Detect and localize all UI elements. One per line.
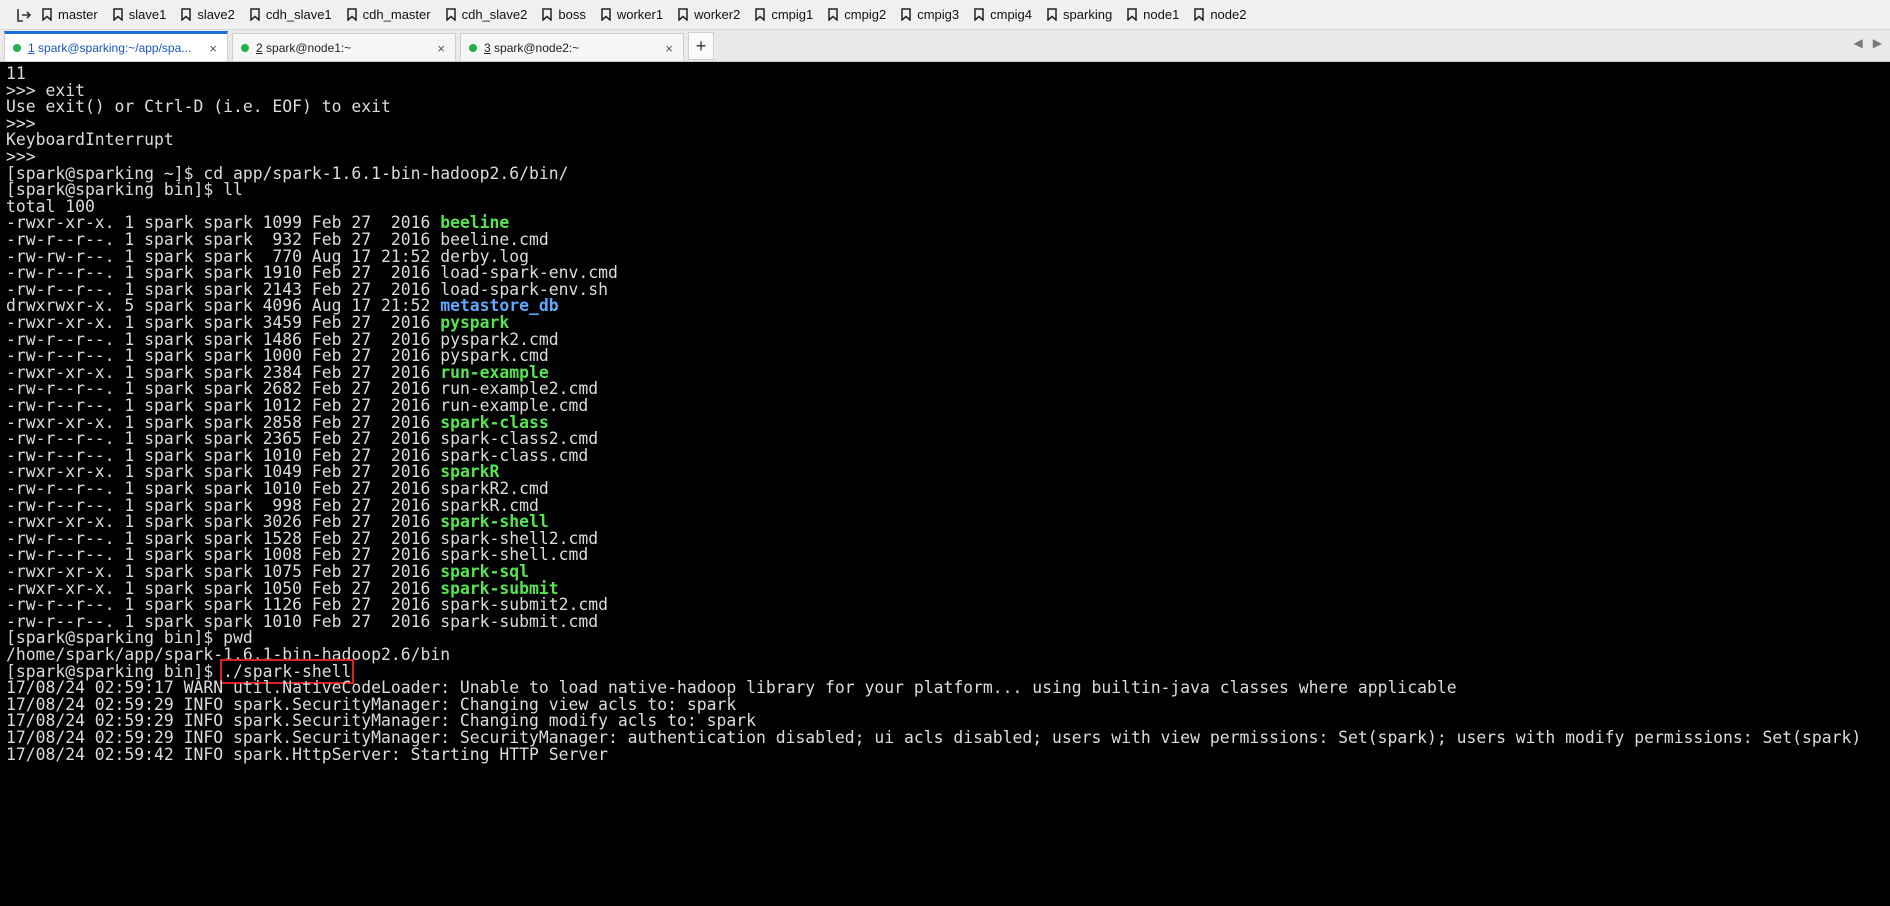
bookmark-icon: [974, 8, 984, 21]
tab-close-icon[interactable]: ×: [665, 41, 673, 56]
bookmark-boss[interactable]: boss: [542, 4, 586, 26]
connected-status-icon: [469, 43, 477, 52]
bookmark-label: cdh_slave1: [265, 7, 332, 22]
connected-status-icon: [13, 43, 21, 52]
bookmark-cdh_master[interactable]: cdh_master: [346, 4, 431, 26]
file-name: spark-submit.cmd: [440, 611, 599, 631]
bookmark-cmpig4[interactable]: cmpig4: [974, 4, 1032, 26]
session-bookmarks-bar: master slave1 slave2 cdh_slave1 cdh_master cd…: [0, 0, 1890, 30]
bookmark-icon: [346, 8, 357, 21]
tab-title-text: spark@node2:~: [490, 40, 580, 55]
bookmark-label: node1: [1143, 7, 1180, 22]
bookmark-label: cdh_master: [362, 7, 431, 22]
session-tab-strip: 1 spark@sparking:~/app/spa... × 2 spark@no…: [0, 30, 1890, 62]
bookmark-label: cmpig3: [917, 7, 960, 22]
bookmark-master[interactable]: master: [42, 4, 98, 26]
bookmark-icon: [1194, 8, 1205, 21]
bookmark-label: cmpig4: [990, 7, 1033, 22]
tab-close-icon[interactable]: ×: [437, 41, 445, 56]
bookmark-label: worker1: [616, 7, 664, 22]
bookmark-label: cmpig2: [844, 7, 887, 22]
bookmark-label: master: [58, 7, 98, 22]
bookmark-label: worker2: [694, 7, 741, 22]
ssh-client-window: master slave1 slave2 cdh_slave1 cdh_master cd…: [0, 0, 1890, 906]
bookmark-icon: [250, 8, 260, 21]
tab-title: 2 spark@node1:~: [256, 41, 430, 55]
tab-number: 3: [484, 40, 491, 55]
tab-title-text: spark@sparking:~/app/spa...: [34, 40, 192, 55]
bookmark-cdh_slave2[interactable]: cdh_slave2: [445, 4, 528, 26]
bookmark-icon: [181, 8, 192, 21]
bookmark-worker2[interactable]: worker2: [678, 4, 740, 26]
bookmark-cmpig1[interactable]: cmpig1: [755, 4, 813, 26]
bookmark-label: slave1: [128, 7, 167, 22]
bookmark-icon: [828, 8, 839, 21]
bookmark-label: boss: [558, 7, 586, 22]
tab-session-2[interactable]: 2 spark@node1:~ ×: [232, 33, 456, 61]
bookmark-cdh_slave1[interactable]: cdh_slave1: [250, 4, 332, 26]
bookmark-label: cmpig1: [771, 7, 814, 22]
bookmark-icon: [1127, 8, 1137, 21]
bookmark-label: sparking: [1063, 7, 1113, 22]
tab-scroll-right-icon[interactable]: ▶: [1873, 36, 1882, 50]
bookmark-list: master slave1 slave2 cdh_slave1 cdh_master cd…: [42, 4, 1261, 26]
connected-status-icon: [241, 43, 249, 52]
tab-scroll-left-icon[interactable]: ◀: [1854, 36, 1863, 50]
bookmark-icon: [755, 8, 766, 21]
terminal-output[interactable]: 11 >>> exit Use exit() or Ctrl-D (i.e. EOF…: [0, 66, 1890, 906]
tab-number: 1: [28, 40, 35, 55]
tab-title-text: spark@node1:~: [262, 40, 352, 55]
bookmark-node2[interactable]: node2: [1194, 4, 1246, 26]
bookmark-icon: [678, 8, 688, 21]
tab-scroll-controls: ◀ ▶: [1854, 36, 1882, 50]
bookmark-icon: [542, 8, 553, 21]
session-manager-icon[interactable]: [16, 6, 34, 24]
bookmark-icon: [601, 8, 611, 21]
bookmark-label: slave2: [197, 7, 235, 22]
tab-session-1[interactable]: 1 spark@sparking:~/app/spa... ×: [4, 31, 228, 61]
tab-title: 3 spark@node2:~: [484, 41, 658, 55]
tab-close-icon[interactable]: ×: [209, 41, 217, 56]
tab-title: 1 spark@sparking:~/app/spa...: [28, 41, 202, 55]
bookmark-icon: [901, 8, 911, 21]
terminal-line: Use exit() or Ctrl-D (i.e. EOF) to exit: [6, 97, 391, 117]
bookmark-cmpig2[interactable]: cmpig2: [828, 4, 886, 26]
bookmark-label: node2: [1210, 7, 1247, 22]
tab-session-3[interactable]: 3 spark@node2:~ ×: [460, 33, 684, 61]
bookmark-sparking[interactable]: sparking: [1047, 4, 1112, 26]
bookmark-label: cdh_slave2: [461, 7, 528, 22]
bookmark-slave1[interactable]: slave1: [112, 4, 167, 26]
bookmark-icon: [42, 8, 52, 21]
tab-list: 1 spark@sparking:~/app/spa... × 2 spark@no…: [0, 31, 688, 61]
bookmark-worker1[interactable]: worker1: [601, 4, 663, 26]
new-tab-button[interactable]: +: [688, 32, 714, 60]
bookmark-slave2[interactable]: slave2: [181, 4, 235, 26]
bookmark-icon: [112, 8, 123, 21]
bookmark-icon: [445, 8, 456, 21]
bookmark-icon: [1047, 8, 1057, 21]
bookmark-node1[interactable]: node1: [1127, 4, 1179, 26]
log-line: 17/08/24 02:59:42 INFO spark.HttpServer:…: [6, 744, 608, 764]
bookmark-cmpig3[interactable]: cmpig3: [901, 4, 959, 26]
tab-number: 2: [256, 40, 263, 55]
